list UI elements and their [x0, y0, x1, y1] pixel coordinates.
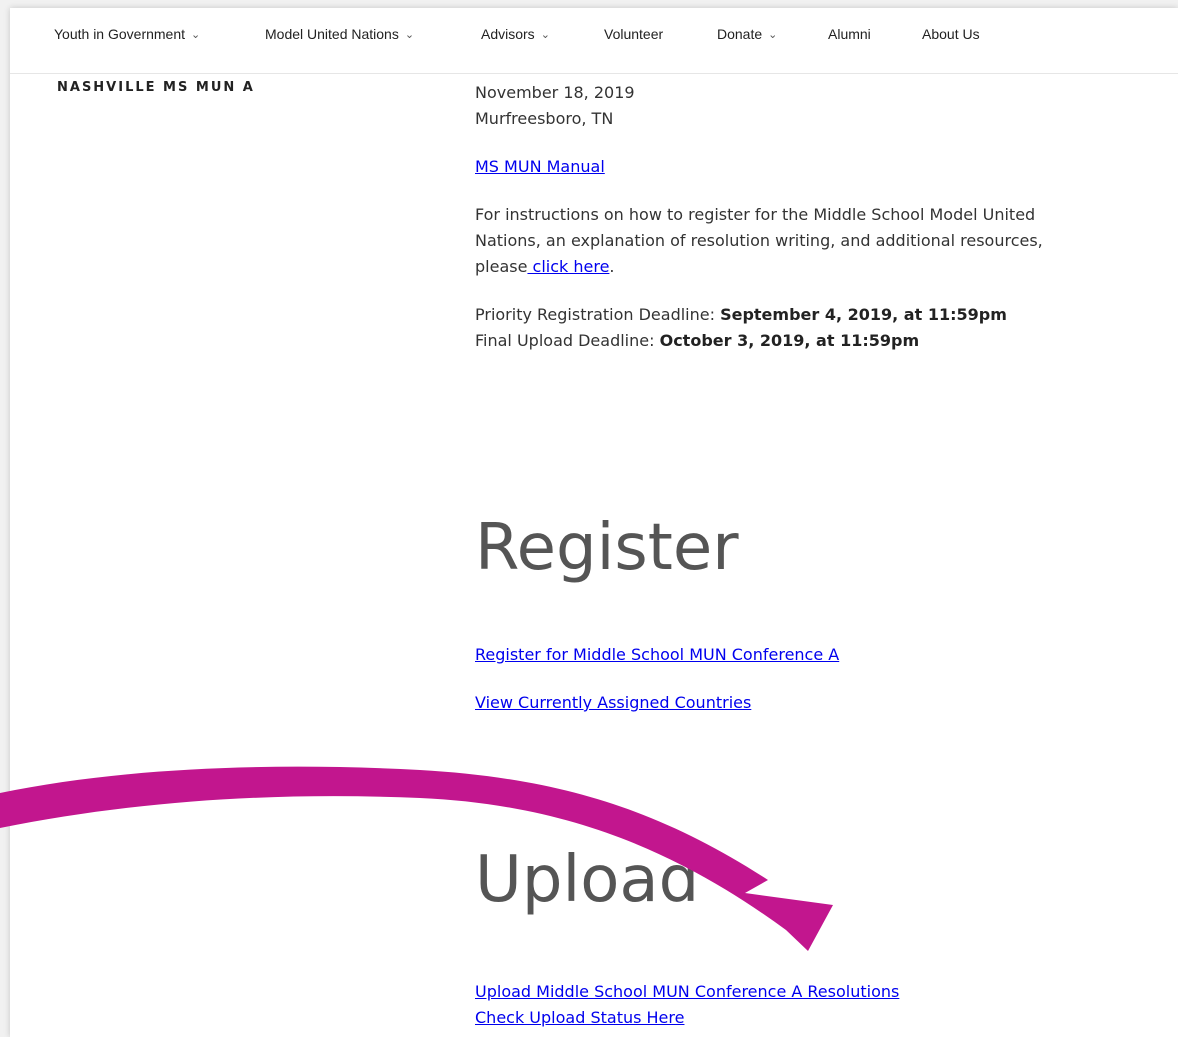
- curved-arrow-icon: [0, 766, 833, 951]
